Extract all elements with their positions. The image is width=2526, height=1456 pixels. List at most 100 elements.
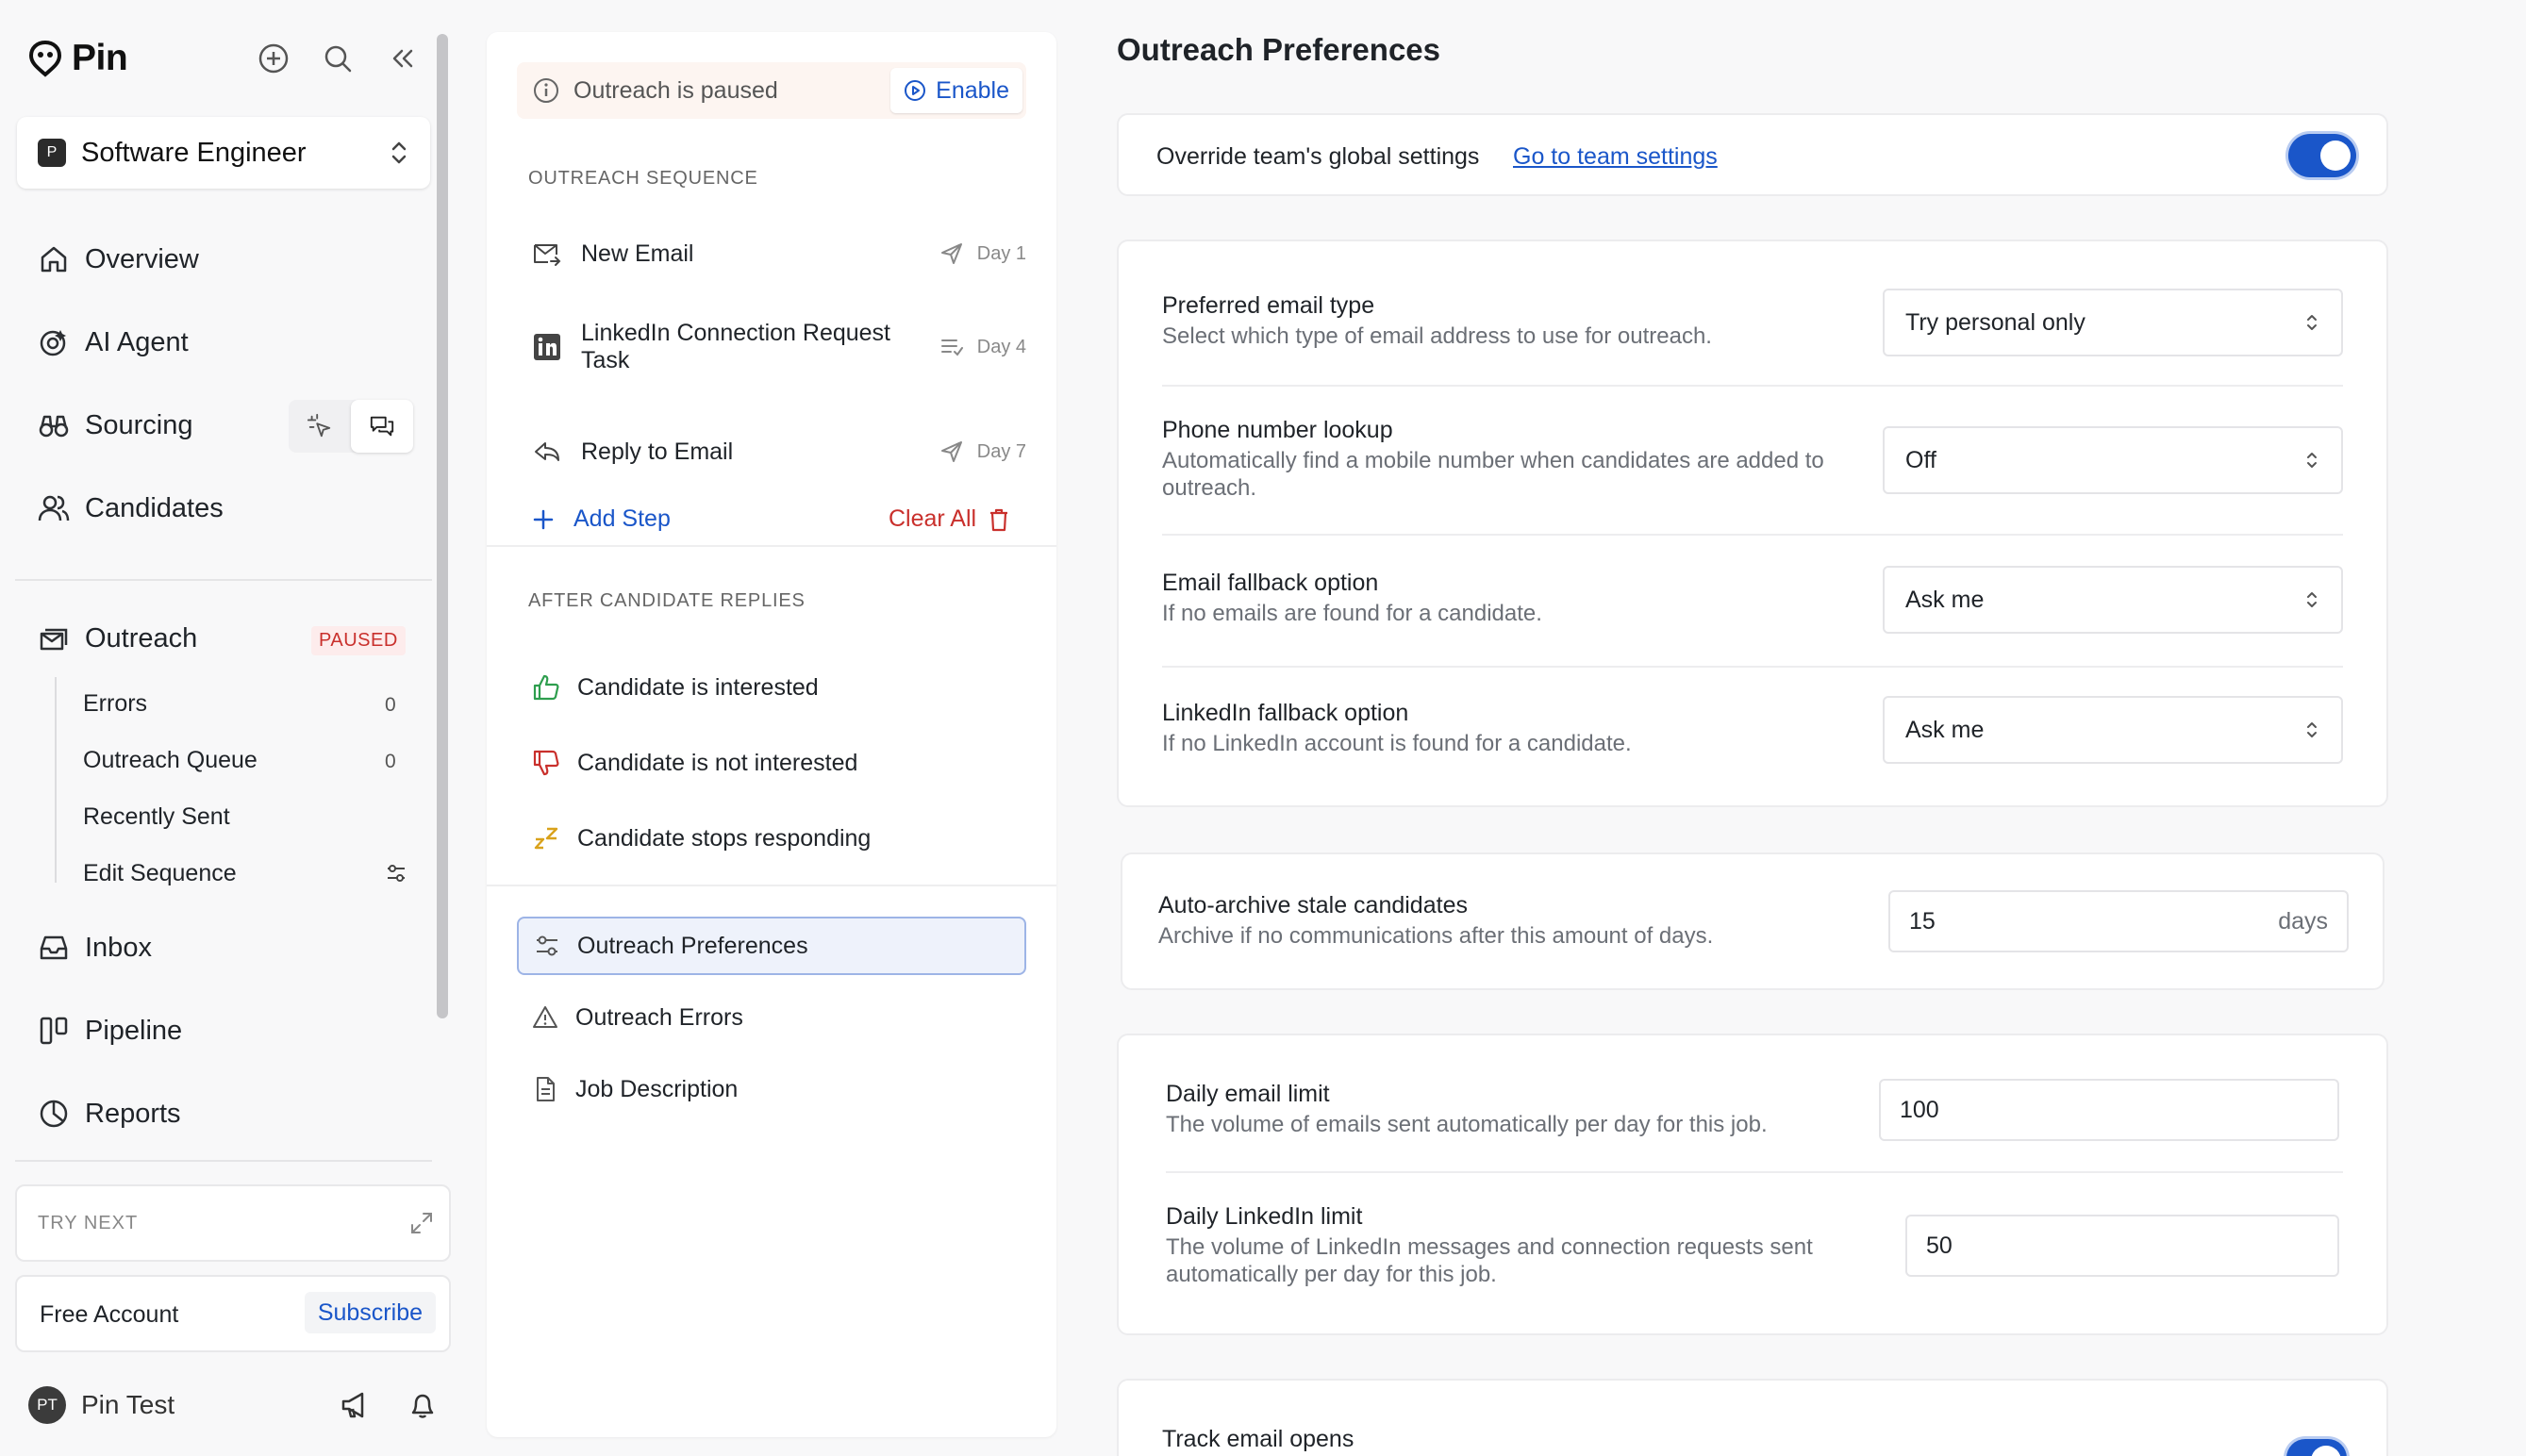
- outreach-status-badge: PAUSED: [311, 626, 406, 655]
- team-settings-link[interactable]: Go to team settings: [1513, 143, 1718, 171]
- row-divider: [1162, 534, 2343, 536]
- queue-count: 0: [385, 751, 396, 772]
- setting-desc: The volume of LinkedIn messages and conn…: [1166, 1234, 1813, 1287]
- sub-item-errors[interactable]: Errors: [83, 690, 147, 718]
- plan-label: Free Account: [40, 1301, 179, 1328]
- step-day: Day 1: [939, 241, 1026, 266]
- reply-label: Candidate is not interested: [577, 749, 858, 776]
- setting-title: Phone number lookup: [1162, 417, 1393, 443]
- sub-item-outreach-queue[interactable]: Outreach Queue: [83, 747, 258, 774]
- nav-divider: [15, 579, 432, 581]
- subscribe-button[interactable]: Subscribe: [304, 1292, 436, 1333]
- setting-title: LinkedIn fallback option: [1162, 700, 1409, 726]
- page-label: Outreach Errors: [575, 1003, 743, 1031]
- outreach-paused-banner: Outreach is paused Enable: [517, 62, 1026, 119]
- linkedin-fallback-select[interactable]: Ask me: [1883, 696, 2343, 764]
- nav-reports[interactable]: Reports: [38, 1098, 181, 1130]
- row-divider: [1166, 1171, 2343, 1173]
- reply-rule[interactable]: Candidate stops responding: [532, 824, 871, 852]
- setting-title: Email fallback option: [1162, 570, 1379, 596]
- row-divider: [1162, 666, 2343, 668]
- archive-days-input[interactable]: 15 days: [1888, 890, 2349, 952]
- outreach-status-text: Outreach is paused: [573, 76, 778, 104]
- override-label: Override team's global settings: [1156, 143, 1480, 170]
- enable-outreach-button[interactable]: Enable: [890, 68, 1022, 113]
- search-icon[interactable]: [321, 41, 355, 75]
- override-toggle[interactable]: [2288, 134, 2356, 177]
- reply-rule[interactable]: Candidate is not interested: [532, 749, 857, 777]
- daily-email-limit-input[interactable]: 100: [1879, 1079, 2339, 1141]
- bell-icon[interactable]: [407, 1390, 438, 1420]
- sourcing-mode-switch: [289, 400, 413, 453]
- home-icon: [41, 246, 67, 273]
- outreach-subtree-line: [55, 677, 57, 883]
- sequence-step[interactable]: New Email Day 1: [532, 238, 1026, 270]
- sleep-zz-icon: [534, 827, 558, 850]
- phone-lookup-select[interactable]: Off: [1883, 426, 2343, 494]
- setting-title: Daily LinkedIn limit: [1166, 1203, 1363, 1230]
- sequence-panel: Outreach is paused Enable OUTREACH SEQUE…: [487, 32, 1056, 1437]
- setting-desc: If no LinkedIn account is found for a ca…: [1162, 731, 1632, 756]
- sub-item-edit-sequence[interactable]: Edit Sequence: [83, 860, 237, 887]
- nav-inbox-label: Inbox: [85, 932, 152, 963]
- add-step-button[interactable]: Add Step: [532, 505, 671, 533]
- avatar: PT: [28, 1386, 66, 1424]
- expand-icon[interactable]: [409, 1211, 434, 1235]
- input-unit: days: [2278, 907, 2328, 935]
- daily-linkedin-limit-input[interactable]: 50: [1905, 1215, 2339, 1277]
- auto-source-icon[interactable]: [289, 400, 351, 453]
- track-opens-toggle[interactable]: [2286, 1439, 2347, 1456]
- nav-candidates[interactable]: Candidates: [38, 492, 224, 524]
- chevron-up-down-icon: [391, 141, 407, 164]
- app-name: Pin: [72, 38, 128, 78]
- reply-rule[interactable]: Candidate is interested: [532, 673, 819, 702]
- account-card: Free Account Subscribe: [15, 1275, 451, 1352]
- setting-desc: The volume of emails sent automatically …: [1166, 1112, 1768, 1137]
- page-job-description[interactable]: Job Description: [517, 1060, 1026, 1118]
- email-type-select[interactable]: Try personal only: [1883, 289, 2343, 356]
- nav-overview-label: Overview: [85, 243, 199, 274]
- collapse-sidebar-icon[interactable]: [385, 41, 419, 75]
- chevron-up-down-icon: [2307, 592, 2317, 607]
- pipeline-icon: [40, 1017, 68, 1045]
- enable-label: Enable: [936, 76, 1009, 104]
- nav-inbox[interactable]: Inbox: [38, 932, 152, 964]
- page-outreach-errors[interactable]: Outreach Errors: [517, 988, 1026, 1047]
- clear-all-label: Clear All: [889, 505, 977, 532]
- nav-sourcing[interactable]: Sourcing: [38, 409, 192, 441]
- nav-pipeline[interactable]: Pipeline: [38, 1015, 182, 1047]
- job-label: Software Engineer: [81, 137, 307, 168]
- email-fallback-select[interactable]: Ask me: [1883, 566, 2343, 634]
- add-step-label: Add Step: [573, 505, 671, 532]
- sliders-icon: [537, 935, 557, 956]
- user-profile[interactable]: PT Pin Test: [28, 1386, 174, 1424]
- setting-desc: Select which type of email address to us…: [1162, 323, 1712, 349]
- page-outreach-preferences[interactable]: Outreach Preferences: [517, 917, 1026, 975]
- nav-overview[interactable]: Overview: [38, 243, 199, 275]
- nav-sourcing-label: Sourcing: [85, 409, 193, 440]
- sequence-step[interactable]: LinkedIn Connection Request Task Day 4: [532, 309, 1026, 385]
- sequence-heading: OUTREACH SEQUENCE: [528, 168, 758, 189]
- thumbs-down-icon: [533, 750, 559, 776]
- send-icon: [940, 243, 962, 264]
- nav-outreach[interactable]: Outreach: [38, 622, 197, 654]
- job-selector[interactable]: P Software Engineer: [17, 117, 430, 189]
- clear-all-button[interactable]: Clear All: [889, 505, 1010, 533]
- add-circle-icon[interactable]: [257, 41, 291, 75]
- try-next-card[interactable]: TRY NEXT: [15, 1184, 451, 1262]
- chevron-up-down-icon: [2307, 722, 2317, 737]
- sequence-step[interactable]: Reply to Email Day 7: [532, 436, 1026, 468]
- nav-ai-agent-label: AI Agent: [85, 326, 189, 357]
- nav-ai-agent[interactable]: AI Agent: [38, 326, 189, 358]
- chat-source-icon[interactable]: [351, 400, 413, 453]
- outreach-mail-icon: [40, 628, 68, 651]
- sidebar-scrollbar[interactable]: [437, 34, 448, 1018]
- megaphone-icon[interactable]: [340, 1390, 370, 1420]
- app-logo[interactable]: Pin: [28, 38, 128, 79]
- sub-item-recently-sent[interactable]: Recently Sent: [83, 803, 230, 831]
- plus-icon: [533, 509, 554, 529]
- limits-card: Daily email limit The volume of emails s…: [1117, 1034, 2388, 1335]
- step-day: Day 7: [939, 439, 1026, 464]
- play-circle-icon: [905, 80, 926, 101]
- input-value: 15: [1909, 907, 1936, 935]
